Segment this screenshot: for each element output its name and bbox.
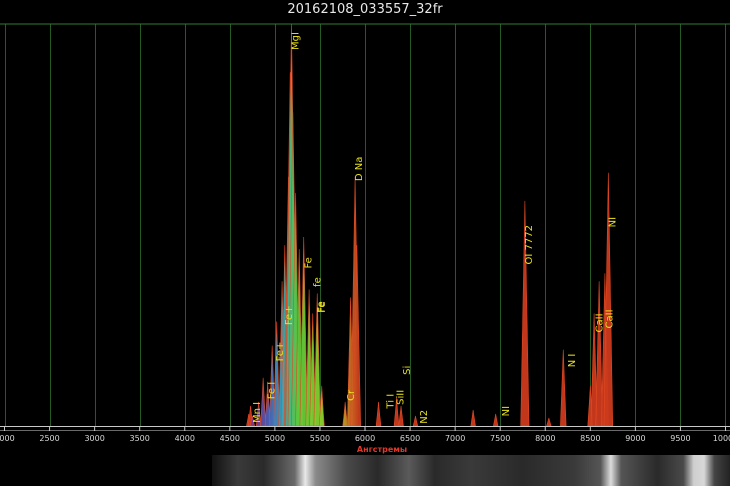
- x-tick-label: 6000: [355, 434, 375, 443]
- spectrum-peak: [493, 413, 499, 427]
- spectrum-peak: [560, 349, 567, 427]
- spectral-line-label: Fe: [317, 301, 328, 312]
- spectral-line-label: fe: [313, 277, 324, 287]
- spectrum-peak: [398, 405, 404, 427]
- x-tick-label: 5000: [265, 434, 285, 443]
- x-tick-label: 7000: [445, 434, 465, 443]
- spectrum-peak: [375, 401, 382, 427]
- spectral-line-label: N2: [419, 410, 430, 424]
- spectral-line-label: D Na: [354, 157, 365, 182]
- spectral-line-label: MgI: [290, 32, 301, 50]
- spectral-line-label: CaII: [605, 309, 616, 328]
- x-tick-label: 9500: [670, 434, 690, 443]
- x-tick-label: 7500: [490, 434, 510, 443]
- spectral-line-label: Fe I: [267, 382, 278, 400]
- x-tick-label: 4500: [220, 434, 240, 443]
- spectral-line-label: SiII: [396, 390, 407, 405]
- spectral-line-label: Si: [402, 366, 413, 375]
- x-tick-label: 4000: [175, 434, 195, 443]
- x-tick-label: 10000: [713, 434, 730, 443]
- x-tick-label: 2000: [0, 434, 15, 443]
- x-tick-label: 6500: [400, 434, 420, 443]
- x-tick-label: 9000: [625, 434, 645, 443]
- spectrum-peak: [412, 415, 419, 427]
- spectral-line-label: OI 7772: [524, 225, 535, 264]
- x-tick-label: 3500: [130, 434, 150, 443]
- spectral-line-label: Fe+: [284, 305, 295, 325]
- spectrum-chart: MgID NaOI 7772NIFefeFe+Fe+FeFeCaIICaIIN …: [0, 23, 730, 454]
- spectral-line-label: NI: [501, 406, 512, 416]
- spectral-line-label: Cr: [346, 389, 357, 401]
- x-axis: 2000 2500 3000 3500 4000 4500 5000 5500 6000 6500…: [0, 426, 730, 454]
- spectral-line-label: Mn I: [252, 402, 263, 423]
- spectrum-peak: [470, 409, 476, 427]
- spectrum-peak: [595, 281, 603, 427]
- spectral-line-label: NI: [607, 217, 618, 227]
- spectral-line-label: N I: [567, 354, 578, 368]
- spectral-line-label: Fe: [304, 257, 315, 268]
- spectrum-peaks: [246, 23, 614, 427]
- x-axis-label: Ангстремы: [357, 445, 407, 454]
- grid-lines: [0, 23, 730, 426]
- x-tick-label: 8500: [580, 434, 600, 443]
- x-tick-label: 3000: [84, 434, 104, 443]
- spectrum-image-stripe: [212, 455, 730, 486]
- x-tick-label: 8000: [535, 434, 555, 443]
- x-tick-label: 5500: [310, 434, 330, 443]
- spectrum-peak: [342, 401, 348, 427]
- spectrum-peak: [546, 417, 552, 427]
- spectral-line-label: Fe+: [275, 342, 286, 362]
- x-tick-label: 2500: [39, 434, 59, 443]
